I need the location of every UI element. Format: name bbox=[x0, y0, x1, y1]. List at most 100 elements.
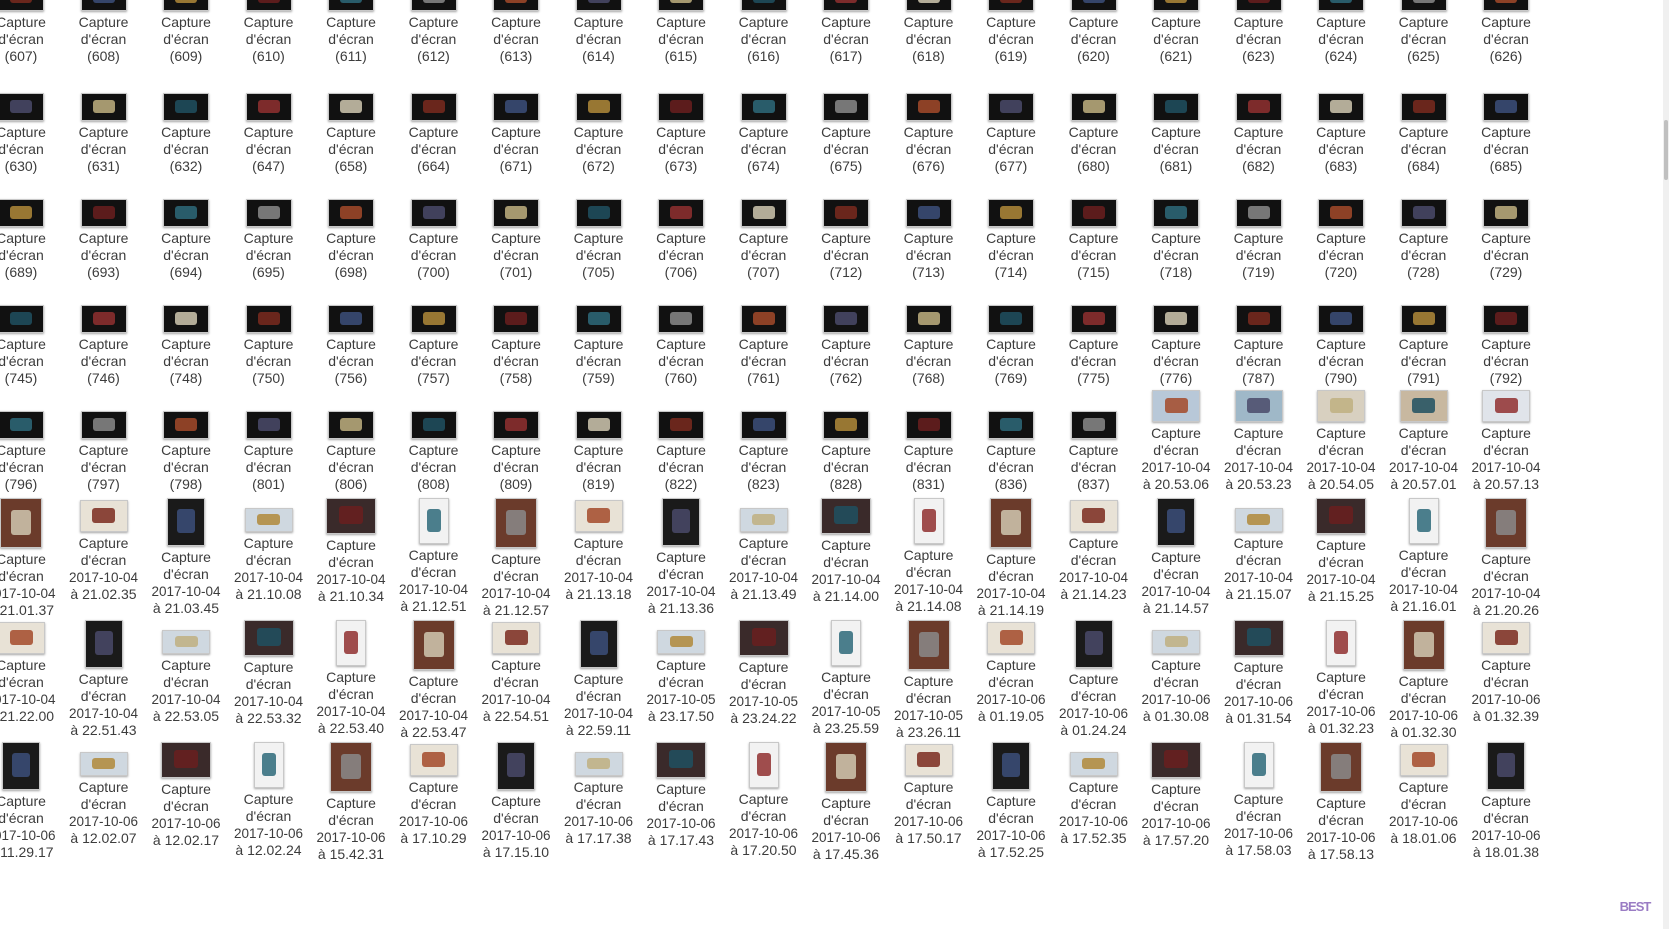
file-item[interactable]: Capture d'écran 2017-10-06 à 15.42.31 bbox=[307, 742, 395, 862]
file-item[interactable]: Capture d'écran (689) bbox=[0, 176, 65, 281]
file-item[interactable]: Capture d'écran (712) bbox=[802, 176, 890, 281]
file-item[interactable]: Capture d'écran (718) bbox=[1132, 176, 1220, 281]
file-item[interactable]: Capture d'écran (673) bbox=[637, 70, 725, 175]
file-item[interactable]: Capture d'écran (693) bbox=[60, 176, 148, 281]
file-item[interactable]: Capture d'écran (608) bbox=[60, 0, 148, 65]
file-item[interactable]: Capture d'écran (801) bbox=[225, 388, 313, 493]
file-item[interactable]: Capture d'écran (823) bbox=[720, 388, 808, 493]
file-item[interactable]: Capture d'écran (613) bbox=[472, 0, 560, 65]
file-item[interactable]: Capture d'écran 2017-10-06 à 18.01.06 bbox=[1380, 742, 1468, 847]
file-item[interactable]: Capture d'écran (674) bbox=[720, 70, 808, 175]
file-item[interactable]: Capture d'écran (620) bbox=[1050, 0, 1138, 65]
file-item[interactable]: Capture d'écran (705) bbox=[555, 176, 643, 281]
file-item[interactable]: Capture d'écran 2017-10-06 à 17.10.29 bbox=[390, 742, 478, 847]
file-item[interactable]: Capture d'écran 2017-10-06 à 17.58.03 bbox=[1215, 742, 1303, 858]
file-item[interactable]: Capture d'écran 2017-10-06 à 17.52.35 bbox=[1050, 742, 1138, 847]
file-item[interactable]: Capture d'écran (761) bbox=[720, 282, 808, 387]
file-item[interactable]: Capture d'écran (632) bbox=[142, 70, 230, 175]
file-item[interactable]: Capture d'écran (615) bbox=[637, 0, 725, 65]
file-item[interactable]: Capture d'écran (720) bbox=[1297, 176, 1385, 281]
file-item[interactable]: Capture d'écran 2017-10-04 à 21.15.07 bbox=[1215, 498, 1303, 603]
file-item[interactable]: Capture d'écran 2017-10-06 à 17.52.25 bbox=[967, 742, 1055, 860]
file-item[interactable]: Capture d'écran (677) bbox=[967, 70, 1055, 175]
file-item[interactable]: Capture d'écran (819) bbox=[555, 388, 643, 493]
file-item[interactable]: Capture d'écran (808) bbox=[390, 388, 478, 493]
file-item[interactable]: Capture d'écran 2017-10-04 à 21.02.35 bbox=[60, 498, 148, 603]
file-item[interactable]: Capture d'écran (623) bbox=[1215, 0, 1303, 65]
file-item[interactable]: Capture d'écran (719) bbox=[1215, 176, 1303, 281]
file-item[interactable]: Capture d'écran 2017-10-04 à 21.14.23 bbox=[1050, 498, 1138, 603]
file-item[interactable]: Capture d'écran (610) bbox=[225, 0, 313, 65]
file-item[interactable]: Capture d'écran (828) bbox=[802, 388, 890, 493]
file-item[interactable]: Capture d'écran 2017-10-06 à 01.24.24 bbox=[1050, 620, 1138, 738]
file-item[interactable]: Capture d'écran 2017-10-04 à 21.14.57 bbox=[1132, 498, 1220, 616]
file-item[interactable]: Capture d'écran (750) bbox=[225, 282, 313, 387]
file-item[interactable]: Capture d'écran (758) bbox=[472, 282, 560, 387]
file-item[interactable]: Capture d'écran (768) bbox=[885, 282, 973, 387]
file-item[interactable]: Capture d'écran 2017-10-05 à 23.26.11 bbox=[885, 620, 973, 740]
file-item[interactable]: Capture d'écran (746) bbox=[60, 282, 148, 387]
file-item[interactable]: Capture d'écran (607) bbox=[0, 0, 65, 65]
file-item[interactable]: Capture d'écran (672) bbox=[555, 70, 643, 175]
file-item[interactable]: Capture d'écran 2017-10-04 à 22.53.05 bbox=[142, 620, 230, 725]
file-item[interactable]: Capture d'écran (614) bbox=[555, 0, 643, 65]
file-item[interactable]: Capture d'écran (695) bbox=[225, 176, 313, 281]
file-item[interactable]: Capture d'écran 2017-10-04 à 22.59.11 bbox=[555, 620, 643, 738]
file-item[interactable]: Capture d'écran 2017-10-06 à 17.45.36 bbox=[802, 742, 890, 862]
file-item[interactable]: Capture d'écran (836) bbox=[967, 388, 1055, 493]
file-item[interactable]: Capture d'écran (680) bbox=[1050, 70, 1138, 175]
file-item[interactable]: Capture d'écran 2017-10-06 à 17.57.20 bbox=[1132, 742, 1220, 848]
file-item[interactable]: Capture d'écran (624) bbox=[1297, 0, 1385, 65]
file-item[interactable]: Capture d'écran 2017-10-04 à 21.14.00 bbox=[802, 498, 890, 604]
file-item[interactable]: Capture d'écran (681) bbox=[1132, 70, 1220, 175]
file-item[interactable]: Capture d'écran (700) bbox=[390, 176, 478, 281]
file-item[interactable]: Captured'écran 2017-10-04à 21.01.37 bbox=[0, 498, 65, 618]
file-item[interactable]: Capture d'écran (683) bbox=[1297, 70, 1385, 175]
file-item[interactable]: Capture d'écran (694) bbox=[142, 176, 230, 281]
file-item[interactable]: Capture d'écran 2017-10-06 à 17.15.10 bbox=[472, 742, 560, 860]
file-item[interactable]: Capture d'écran (728) bbox=[1380, 176, 1468, 281]
file-item[interactable]: Capture d'écran 2017-10-06 à 12.02.24 bbox=[225, 742, 313, 858]
file-item[interactable]: Capture d'écran 2017-10-04 à 21.15.25 bbox=[1297, 498, 1385, 604]
file-item[interactable]: Capture d'écran (626) bbox=[1462, 0, 1550, 65]
file-item[interactable]: Capture d'écran 2017-10-04 à 21.14.08 bbox=[885, 498, 973, 614]
file-item[interactable]: Capture d'écran (609) bbox=[142, 0, 230, 65]
file-item[interactable]: Capture d'écran 2017-10-06 à 12.02.17 bbox=[142, 742, 230, 848]
file-item[interactable]: Capture d'écran 2017-10-06 à 17.50.17 bbox=[885, 742, 973, 847]
file-item[interactable]: Capture d'écran (787) bbox=[1215, 282, 1303, 387]
file-item[interactable]: Capture d'écran 2017-10-06 à 01.32.39 bbox=[1462, 620, 1550, 725]
file-item[interactable]: Capture d'écran 2017-10-06 à 17.17.43 bbox=[637, 742, 725, 848]
file-item[interactable]: Capture d'écran (831) bbox=[885, 388, 973, 493]
file-item[interactable]: Capture d'écran (631) bbox=[60, 70, 148, 175]
file-item[interactable]: Capture d'écran 2017-10-04 à 21.13.49 bbox=[720, 498, 808, 603]
file-item[interactable]: Capture d'écran 2017-10-04 à 20.53.06 bbox=[1132, 388, 1220, 493]
file-item[interactable]: Capture d'écran (748) bbox=[142, 282, 230, 387]
file-item[interactable]: Capture d'écran (769) bbox=[967, 282, 1055, 387]
file-item[interactable]: Capture d'écran (630) bbox=[0, 70, 65, 175]
file-item[interactable]: Capture d'écran 2017-10-05 à 23.24.22 bbox=[720, 620, 808, 726]
file-item[interactable]: Capture d'écran (760) bbox=[637, 282, 725, 387]
file-item[interactable]: Capture d'écran (745) bbox=[0, 282, 65, 387]
file-item[interactable]: Capture d'écran (682) bbox=[1215, 70, 1303, 175]
file-item[interactable]: Capture d'écran (756) bbox=[307, 282, 395, 387]
file-item[interactable]: Capture d'écran 2017-10-04 à 20.57.13 bbox=[1462, 388, 1550, 493]
file-item[interactable]: Capture d'écran (664) bbox=[390, 70, 478, 175]
file-item[interactable]: Capture d'écran (647) bbox=[225, 70, 313, 175]
file-item[interactable]: Capture d'écran 2017-10-04 à 21.14.19 bbox=[967, 498, 1055, 618]
file-item[interactable]: Capture d'écran (675) bbox=[802, 70, 890, 175]
file-item[interactable]: Capture d'écran (775) bbox=[1050, 282, 1138, 387]
file-item[interactable]: Capture d'écran 2017-10-04 à 21.20.26 bbox=[1462, 498, 1550, 618]
file-item[interactable]: Capture d'écran 2017-10-04 à 22.53.47 bbox=[390, 620, 478, 740]
file-item[interactable]: Capture d'écran (797) bbox=[60, 388, 148, 493]
file-item[interactable]: Capture d'écran (701) bbox=[472, 176, 560, 281]
file-item[interactable]: Capture d'écran (684) bbox=[1380, 70, 1468, 175]
file-item[interactable]: Capture d'écran (618) bbox=[885, 0, 973, 65]
file-item[interactable]: Capture d'écran (611) bbox=[307, 0, 395, 65]
file-item[interactable]: Capture d'écran (612) bbox=[390, 0, 478, 65]
file-item[interactable]: Capture d'écran (790) bbox=[1297, 282, 1385, 387]
file-item[interactable]: Capture d'écran (762) bbox=[802, 282, 890, 387]
file-item[interactable]: Capture d'écran (791) bbox=[1380, 282, 1468, 387]
file-item[interactable]: Capture d'écran (698) bbox=[307, 176, 395, 281]
file-item[interactable]: Capture d'écran 2017-10-04 à 21.16.01 bbox=[1380, 498, 1468, 614]
file-item[interactable]: Capture d'écran (837) bbox=[1050, 388, 1138, 493]
